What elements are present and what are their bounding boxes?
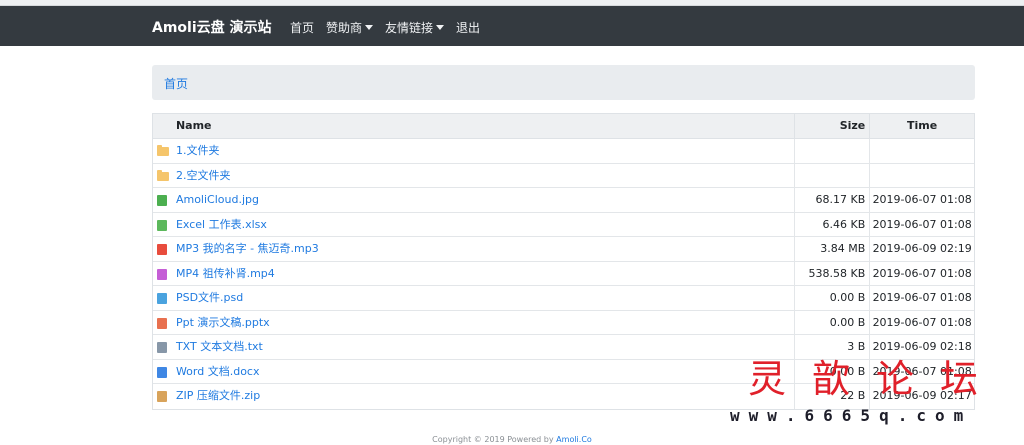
- table-row[interactable]: 2.空文件夹: [153, 163, 974, 188]
- name-column-header[interactable]: Name: [171, 114, 796, 138]
- table-row[interactable]: Ppt 演示文稿.pptx 0.00 B 2019-06-07 01:08: [153, 310, 974, 335]
- psd-file-icon: [157, 293, 167, 304]
- row-time-cell: [870, 164, 974, 188]
- file-link[interactable]: PSD文件.psd: [176, 291, 243, 304]
- nav-sponsors-label: 赞助商: [326, 21, 363, 35]
- row-time-cell: 2019-06-07 01:08: [872, 291, 972, 304]
- chevron-down-icon: [436, 25, 445, 30]
- file-link[interactable]: ZIP 压缩文件.zip: [176, 389, 260, 402]
- file-link[interactable]: 1.文件夹: [176, 144, 220, 157]
- row-time-cell: 2019-06-07 01:08: [872, 193, 972, 206]
- row-icon-cell: [153, 360, 171, 384]
- row-name-cell: Excel 工作表.xlsx: [171, 212, 796, 236]
- watermark-text: 灵歆论坛: [748, 357, 1005, 401]
- row-size-cell: [795, 139, 871, 163]
- row-size-cell: 68.17 KB: [795, 188, 871, 212]
- watermark: 灵歆论坛 www.6665q.com: [730, 358, 1020, 425]
- navbar: Amoli云盘 演示站 首页 赞助商 友情链接 退出: [0, 6, 1024, 46]
- icon-column-header: [153, 114, 171, 138]
- file-link[interactable]: TXT 文本文档.txt: [176, 340, 263, 353]
- row-name-cell: ZIP 压缩文件.zip: [171, 384, 796, 409]
- row-name-cell: AmoliCloud.jpg: [171, 188, 796, 212]
- table-row[interactable]: 1.文件夹: [153, 139, 974, 164]
- word-file-icon: [157, 366, 167, 378]
- excel-file-icon: [157, 219, 167, 231]
- row-icon-cell: [153, 286, 171, 310]
- row-size-cell: 0.00 B: [795, 310, 871, 334]
- row-name-cell: 1.文件夹: [171, 139, 796, 163]
- row-time-cell: 2019-06-09 02:19: [872, 242, 972, 255]
- breadcrumb: 首页: [152, 65, 975, 100]
- zip-file-icon: [157, 391, 167, 402]
- row-time-cell: 2019-06-07 01:08: [872, 315, 972, 329]
- file-link[interactable]: Ppt 演示文稿.pptx: [176, 316, 270, 329]
- file-link[interactable]: Excel 工作表.xlsx: [176, 218, 267, 231]
- row-size-cell: 3 B: [795, 335, 871, 359]
- table-row[interactable]: MP4 祖传补肾.mp4 538.58 KB 2019-06-07 01:08: [153, 261, 974, 286]
- row-name-cell: 2.空文件夹: [171, 163, 796, 187]
- image-file-icon: [157, 195, 167, 206]
- folder-icon: [157, 145, 169, 156]
- row-icon-cell: [153, 164, 171, 188]
- row-time-cell: 2019-06-07 01:08: [872, 266, 972, 280]
- row-icon-cell: [153, 188, 171, 212]
- file-link[interactable]: AmoliCloud.jpg: [176, 193, 259, 206]
- row-size-cell: [795, 163, 871, 187]
- row-icon-cell: [153, 139, 171, 163]
- row-size-cell: 538.58 KB: [795, 261, 871, 285]
- file-link[interactable]: 2.空文件夹: [176, 169, 231, 182]
- video-file-icon: [157, 268, 167, 280]
- size-column-header[interactable]: Size: [795, 114, 871, 138]
- watermark-url: www.6665q.com: [730, 406, 973, 425]
- footer-text: Copyright © 2019 Powered by: [432, 435, 557, 444]
- row-time-cell: [870, 139, 974, 163]
- row-icon-cell: [153, 262, 171, 286]
- row-time-cell: 2019-06-07 01:08: [872, 217, 972, 231]
- nav-logout-label: 退出: [456, 21, 481, 35]
- table-row[interactable]: AmoliCloud.jpg 68.17 KB 2019-06-07 01:08: [153, 188, 974, 213]
- row-name-cell: TXT 文本文档.txt: [171, 335, 796, 359]
- row-name-cell: MP4 祖传补肾.mp4: [171, 261, 796, 285]
- nav-menu: 首页 赞助商 友情链接 退出: [290, 19, 480, 36]
- text-file-icon: [157, 342, 167, 353]
- nav-home-label: 首页: [290, 21, 315, 35]
- row-icon-cell: [153, 311, 171, 335]
- footer-link[interactable]: Amoli.Co: [556, 435, 592, 444]
- nav-sponsors-dropdown[interactable]: 赞助商: [326, 19, 374, 36]
- site-brand[interactable]: Amoli云盘 演示站: [152, 17, 272, 37]
- row-icon-cell: [153, 213, 171, 237]
- file-link[interactable]: MP4 祖传补肾.mp4: [176, 267, 275, 280]
- ppt-file-icon: [157, 317, 167, 329]
- row-size-cell: 6.46 KB: [795, 212, 871, 236]
- file-link[interactable]: Word 文档.docx: [176, 365, 260, 378]
- row-icon-cell: [153, 335, 171, 359]
- table-row[interactable]: PSD文件.psd 0.00 B 2019-06-07 01:08: [153, 286, 974, 311]
- row-name-cell: Ppt 演示文稿.pptx: [171, 310, 796, 334]
- table-row[interactable]: TXT 文本文档.txt 3 B 2019-06-09 02:18: [153, 335, 974, 360]
- row-icon-cell: [153, 384, 171, 409]
- footer: Copyright © 2019 Powered by Amoli.Co: [0, 435, 1024, 444]
- row-size-cell: 0.00 B: [795, 286, 871, 310]
- file-link[interactable]: MP3 我的名字 - 焦迈奇.mp3: [176, 242, 319, 255]
- table-header: Name Size Time: [153, 114, 974, 139]
- folder-icon: [157, 169, 169, 181]
- row-time-cell: 2019-06-09 02:18: [872, 340, 972, 353]
- nav-friend-links-dropdown[interactable]: 友情链接: [385, 19, 445, 36]
- row-name-cell: PSD文件.psd: [171, 286, 796, 310]
- audio-file-icon: [157, 244, 167, 255]
- row-name-cell: MP3 我的名字 - 焦迈奇.mp3: [171, 237, 796, 261]
- row-icon-cell: [153, 237, 171, 261]
- time-column-header[interactable]: Time: [870, 114, 974, 138]
- table-row[interactable]: MP3 我的名字 - 焦迈奇.mp3 3.84 MB 2019-06-09 02:1…: [153, 237, 974, 262]
- nav-logout-link[interactable]: 退出: [456, 19, 480, 36]
- row-name-cell: Word 文档.docx: [171, 359, 796, 383]
- breadcrumb-home-link[interactable]: 首页: [164, 75, 188, 92]
- nav-home-link[interactable]: 首页: [290, 19, 314, 36]
- row-size-cell: 3.84 MB: [795, 237, 871, 261]
- table-row[interactable]: Excel 工作表.xlsx 6.46 KB 2019-06-07 01:08: [153, 212, 974, 237]
- nav-friend-links-label: 友情链接: [385, 21, 434, 35]
- chevron-down-icon: [365, 25, 374, 30]
